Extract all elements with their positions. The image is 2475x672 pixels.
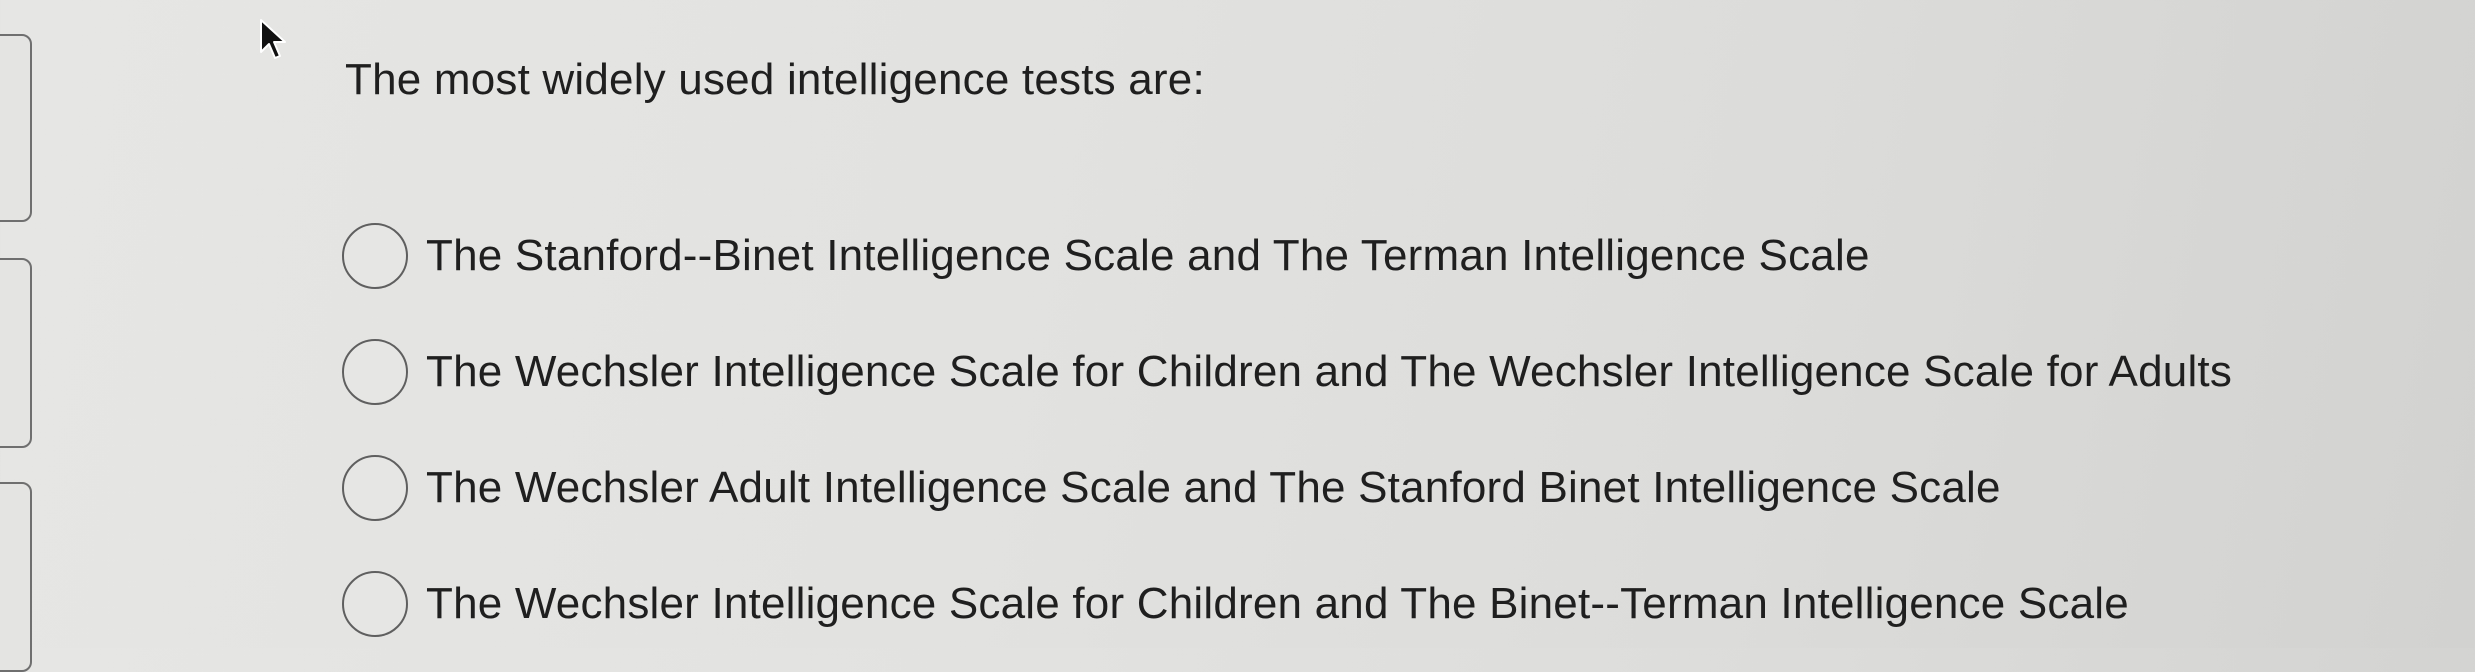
radio-button-icon[interactable]: [342, 571, 408, 637]
option-label[interactable]: The Wechsler Intelligence Scale for Chil…: [426, 576, 2129, 632]
radio-button-icon[interactable]: [342, 339, 408, 405]
answer-option[interactable]: The Wechsler Adult Intelligence Scale an…: [342, 430, 2232, 546]
option-label[interactable]: The Stanford--Binet Intelligence Scale a…: [426, 228, 1870, 284]
option-label[interactable]: The Wechsler Intelligence Scale for Chil…: [426, 344, 2232, 400]
side-panel-card: [0, 34, 32, 222]
option-label[interactable]: The Wechsler Adult Intelligence Scale an…: [426, 460, 2001, 516]
side-panel-card: [0, 258, 32, 448]
answer-options: The Stanford--Binet Intelligence Scale a…: [342, 198, 2232, 662]
mouse-pointer-icon: [260, 19, 286, 59]
answer-option[interactable]: The Wechsler Intelligence Scale for Chil…: [342, 546, 2232, 662]
side-panel-card: [0, 482, 32, 672]
radio-button-icon[interactable]: [342, 223, 408, 289]
answer-option[interactable]: The Wechsler Intelligence Scale for Chil…: [342, 314, 2232, 430]
radio-button-icon[interactable]: [342, 455, 408, 521]
answer-option[interactable]: The Stanford--Binet Intelligence Scale a…: [342, 198, 2232, 314]
question-text: The most widely used intelligence tests …: [345, 55, 1205, 104]
